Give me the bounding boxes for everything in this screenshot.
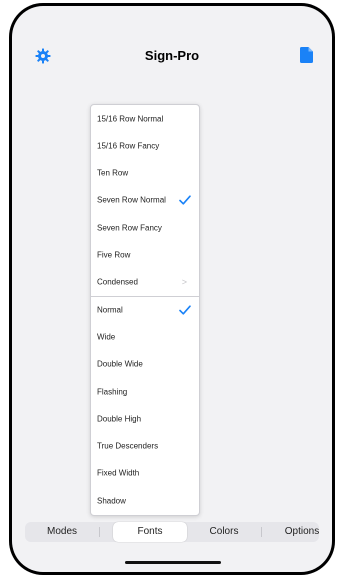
menu-item-label: 15/16 Row Normal xyxy=(97,114,164,123)
menu-item-label: Five Row xyxy=(97,250,131,260)
menu-item[interactable]: Double Wide xyxy=(91,351,199,378)
menu-item-label: Wide xyxy=(97,332,116,342)
segmented-control: Modes Fonts Colors Options xyxy=(25,522,319,542)
tab-fonts[interactable]: Fonts xyxy=(113,522,187,542)
tab-modes[interactable]: Modes xyxy=(25,522,99,542)
menu-item[interactable]: Five Row xyxy=(91,242,199,269)
menu-item[interactable]: Flashing xyxy=(91,378,199,405)
menu-item-label: Seven Row Fancy xyxy=(97,223,162,233)
menu-item[interactable]: Double High xyxy=(91,405,199,432)
checkmark-icon xyxy=(179,195,191,205)
menu-item[interactable]: Fixed Width xyxy=(91,460,199,487)
menu-item[interactable]: Shadow xyxy=(91,487,199,514)
document-button[interactable] xyxy=(300,47,313,63)
menu-item-label: Condensed xyxy=(97,277,138,287)
menu-item[interactable]: True Descenders xyxy=(91,433,199,460)
tab-colors[interactable]: Colors xyxy=(187,522,261,542)
font-menu: 15/16 Row Normal 15/16 Row Fancy Ten Row Se… xyxy=(90,104,200,516)
nav-bar: Sign-Pro xyxy=(12,42,332,72)
menu-item[interactable]: Wide xyxy=(91,323,199,350)
tab-separator xyxy=(261,527,262,537)
app-title: Sign-Pro xyxy=(144,48,200,63)
menu-item[interactable]: 15/16 Row Normal xyxy=(91,105,199,132)
menu-item-label: True Descenders xyxy=(97,441,159,451)
menu-item[interactable]: 15/16 Row Fancy xyxy=(91,132,199,159)
menu-item[interactable]: Seven Row Normal xyxy=(91,187,199,214)
document-icon xyxy=(300,47,313,63)
menu-item-label: Ten Row xyxy=(97,168,129,178)
menu-item[interactable]: Ten Row xyxy=(91,160,199,187)
app-screen: Sign-Pro 15/16 Row Normal 15/16 Row Fancy… xyxy=(12,6,332,572)
home-indicator xyxy=(125,561,221,564)
menu-item-label: Double High xyxy=(97,414,142,424)
menu-item-label: Flashing xyxy=(97,387,128,396)
tab-options[interactable]: Options xyxy=(265,522,332,542)
device-frame: Sign-Pro 15/16 Row Normal 15/16 Row Fancy… xyxy=(9,3,335,575)
chevron-right-icon: > xyxy=(181,277,187,288)
menu-item-label: Normal xyxy=(97,305,123,315)
tab-separator xyxy=(99,527,100,537)
checkmark-icon xyxy=(179,304,191,315)
menu-item[interactable]: Seven Row Fancy xyxy=(91,214,199,241)
menu-item-label: Double Wide xyxy=(97,359,143,369)
menu-item[interactable]: Condensed > xyxy=(91,269,199,296)
menu-item[interactable]: Normal xyxy=(91,296,199,323)
menu-item-label: Seven Row Normal xyxy=(97,195,166,205)
menu-item-label: 15/16 Row Fancy xyxy=(97,141,160,151)
menu-item-label: Shadow xyxy=(97,496,126,506)
menu-item-label: Fixed Width xyxy=(97,468,140,478)
